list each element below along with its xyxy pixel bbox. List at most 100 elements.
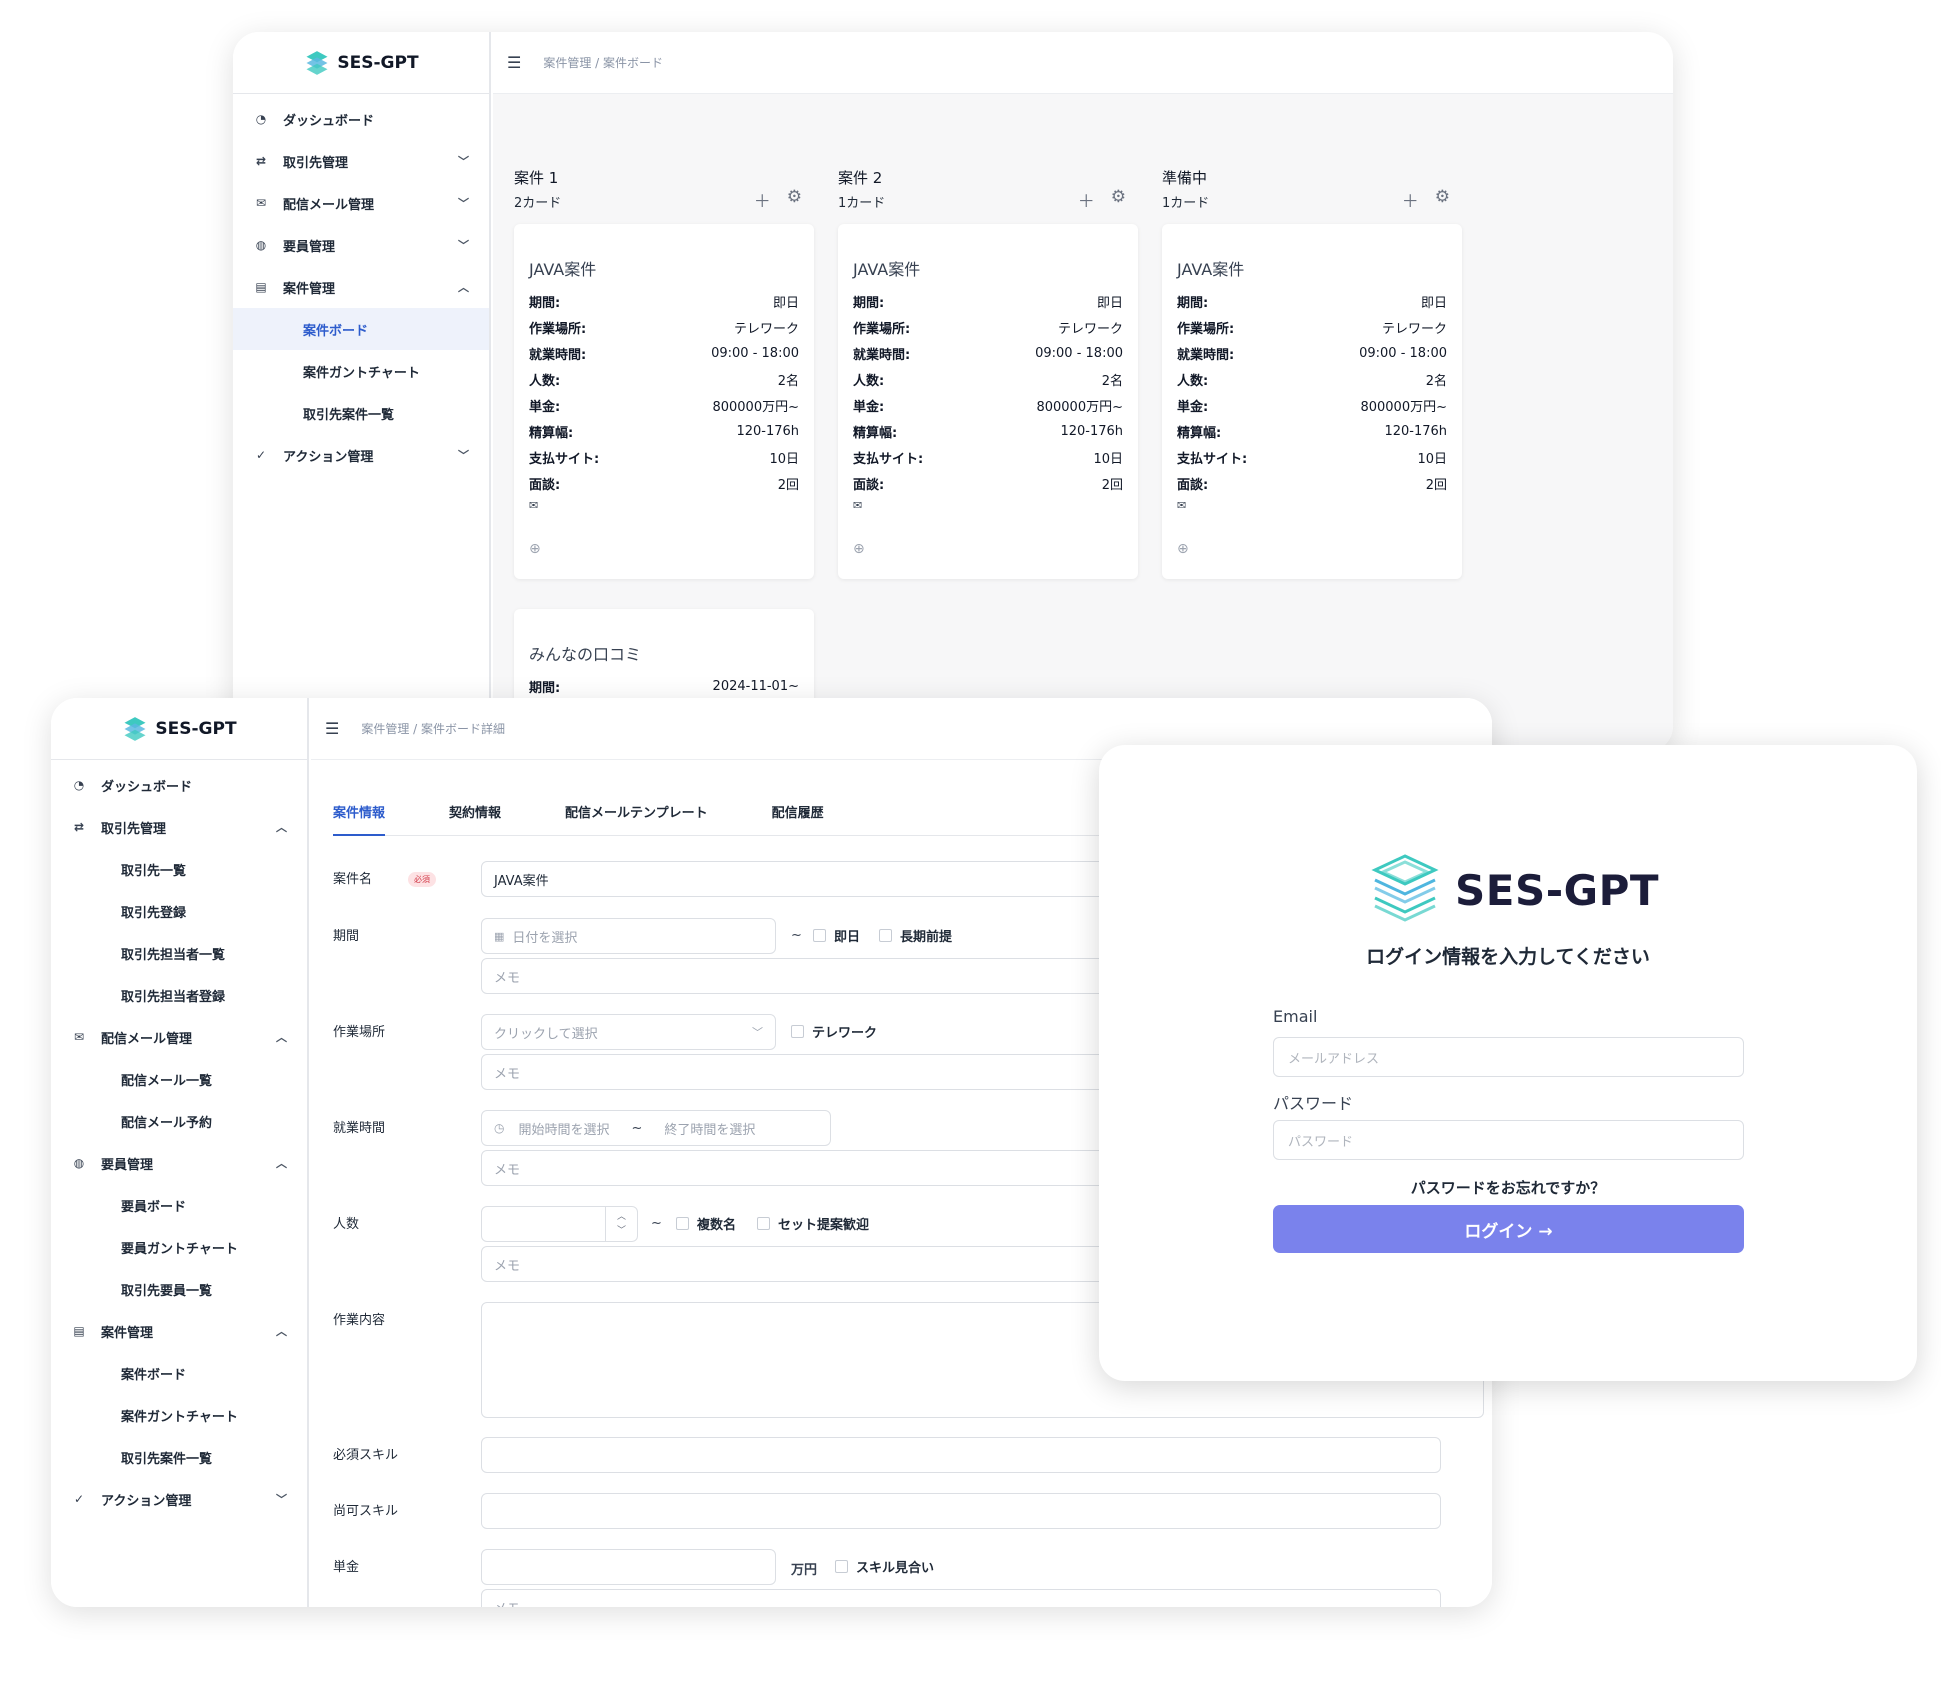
project-card[interactable]: JAVA案件 期間: 即日 作業場所: テレワーク 就業時間: 09:00 - 18:…	[1162, 224, 1462, 579]
nav-actions[interactable]: ✓ アクション管理 ﹀	[51, 1478, 307, 1520]
checkbox-box	[791, 1025, 804, 1038]
brand-logo[interactable]: SES-GPT	[51, 698, 307, 760]
checkbox-label: 即日	[834, 930, 861, 945]
card-row: 単金: 800000万円~	[853, 392, 1123, 418]
immediate-checkbox[interactable]: 即日	[813, 926, 860, 945]
menu-toggle-icon[interactable]: ☰	[507, 53, 521, 72]
location-select[interactable]: クリックして選択 ﹀	[481, 1014, 776, 1050]
nav-staff[interactable]: ◍ 要員管理 ︿	[51, 1142, 307, 1184]
time-range-picker[interactable]: ◷ 開始時間を選択 ~ 終了時間を選択	[481, 1110, 831, 1146]
gear-icon[interactable]: ⚙	[1111, 187, 1126, 212]
row-key: 人数:	[853, 373, 885, 389]
nav-mail-list[interactable]: 配信メール一覧	[51, 1058, 307, 1100]
multiple-checkbox[interactable]: 複数名	[676, 1214, 736, 1233]
nav-staff-gantt[interactable]: 要員ガントチャート	[51, 1226, 307, 1268]
password-label: パスワード	[1273, 1094, 1354, 1113]
required-skill-label: 必須スキル	[333, 1448, 399, 1463]
nav-mail[interactable]: ✉ 配信メール管理 ﹀	[233, 182, 489, 224]
tab-contract-info[interactable]: 契約情報	[449, 798, 501, 836]
nav-client-staff-list[interactable]: 取引先要員一覧	[51, 1268, 307, 1310]
row-value: 10日	[1093, 451, 1123, 467]
nav-project-board[interactable]: 案件ボード	[233, 308, 489, 350]
nav-label: 取引先管理	[101, 821, 167, 837]
headcount-stepper[interactable]: ︿ ﹀	[481, 1206, 638, 1242]
add-circle-icon[interactable]: ⊕	[853, 541, 865, 557]
add-circle-icon[interactable]: ⊕	[1177, 541, 1189, 557]
nav-client-projects[interactable]: 取引先案件一覧	[233, 392, 489, 434]
stepper-arrows-icon[interactable]: ︿ ﹀	[605, 1207, 637, 1241]
optional-skill-input[interactable]	[481, 1493, 1441, 1529]
nav-clients[interactable]: ⇄ 取引先管理 ︿	[51, 806, 307, 848]
nav-projects[interactable]: ▤ 案件管理 ︿	[233, 266, 489, 308]
add-card-icon[interactable]: ＋	[1078, 187, 1095, 212]
nav-mail[interactable]: ✉ 配信メール管理 ︿	[51, 1016, 307, 1058]
nav-projects[interactable]: ▤ 案件管理 ︿	[51, 1310, 307, 1352]
nav-dashboard[interactable]: ◔ ダッシュボード	[233, 98, 489, 140]
row-value: 即日	[1096, 295, 1123, 311]
optional-skill-label: 尚可スキル	[333, 1504, 399, 1519]
mail-icon[interactable]: ✉	[853, 499, 1123, 512]
long-term-checkbox[interactable]: 長期前提	[879, 926, 952, 945]
card-row: 支払サイト: 10日	[529, 444, 799, 470]
nav-client-projects[interactable]: 取引先案件一覧	[51, 1436, 307, 1478]
nav-clients[interactable]: ⇄ 取引先管理 ﹀	[233, 140, 489, 182]
nav-client-contact-list[interactable]: 取引先担当者一覧	[51, 932, 307, 974]
mail-icon: ✉	[255, 196, 267, 210]
row-key: 単金:	[529, 399, 561, 415]
set-proposal-checkbox[interactable]: セット提案歓迎	[757, 1214, 869, 1233]
checkbox-box	[813, 929, 826, 942]
nav-client-register[interactable]: 取引先登録	[51, 890, 307, 932]
date-picker[interactable]: ▦ 日付を選択	[481, 918, 776, 954]
nav-client-list[interactable]: 取引先一覧	[51, 848, 307, 890]
tab-mail-template[interactable]: 配信メールテンプレート	[565, 798, 708, 836]
price-label: 単金	[333, 1560, 360, 1575]
price-memo-input[interactable]: メモ	[481, 1589, 1441, 1607]
nav-project-gantt[interactable]: 案件ガントチャート	[233, 350, 489, 392]
nav-actions[interactable]: ✓ アクション管理 ﹀	[233, 434, 489, 476]
palette-icon: ◍	[255, 238, 267, 252]
nav-project-board[interactable]: 案件ボード	[51, 1352, 307, 1394]
row-value: 2回	[1101, 477, 1123, 493]
price-input[interactable]	[481, 1549, 776, 1585]
nav-staff[interactable]: ◍ 要員管理 ﹀	[233, 224, 489, 266]
mail-icon[interactable]: ✉	[529, 499, 799, 512]
placeholder: 終了時間を選択	[664, 1122, 756, 1138]
nav-client-contact-register[interactable]: 取引先担当者登録	[51, 974, 307, 1016]
price-unit: 万円	[791, 1563, 818, 1578]
password-field[interactable]: パスワード	[1273, 1120, 1744, 1160]
board-column: 案件 1 2カード ＋ ⚙ JAVA案件 期間: 即日 作業場所: テレワーク 就業時…	[514, 167, 814, 579]
tilde: ~	[791, 928, 802, 943]
gear-icon[interactable]: ⚙	[1435, 187, 1450, 212]
mail-icon[interactable]: ✉	[1177, 499, 1447, 512]
nav-project-gantt[interactable]: 案件ガントチャート	[51, 1394, 307, 1436]
card-row: 期間: 即日	[529, 288, 799, 314]
gear-icon[interactable]: ⚙	[787, 187, 802, 212]
project-card[interactable]: JAVA案件 期間: 即日 作業場所: テレワーク 就業時間: 09:00 - 18:…	[514, 224, 814, 579]
add-circle-icon[interactable]: ⊕	[529, 541, 541, 557]
skill-match-checkbox[interactable]: スキル見合い	[835, 1557, 934, 1576]
tilde: ~	[651, 1216, 662, 1231]
nav-label: アクション管理	[283, 449, 374, 465]
tab-project-info[interactable]: 案件情報	[333, 798, 386, 836]
brand-logo[interactable]: SES-GPT	[233, 32, 489, 94]
card-row: 期間: 即日	[1177, 288, 1447, 314]
add-card-icon[interactable]: ＋	[754, 187, 771, 212]
swap-icon: ⇄	[73, 820, 85, 834]
nav-staff-board[interactable]: 要員ボード	[51, 1184, 307, 1226]
required-skill-input[interactable]	[481, 1437, 1441, 1473]
row-key: 期間:	[853, 295, 885, 311]
clock-icon: ◷	[494, 1121, 505, 1135]
email-field[interactable]: メールアドレス	[1273, 1037, 1744, 1077]
nav-mail-schedule[interactable]: 配信メール予約	[51, 1100, 307, 1142]
menu-toggle-icon[interactable]: ☰	[325, 719, 339, 738]
project-card[interactable]: JAVA案件 期間: 即日 作業場所: テレワーク 就業時間: 09:00 - 18:…	[838, 224, 1138, 579]
card-row: 作業場所: テレワーク	[529, 314, 799, 340]
nav-dashboard[interactable]: ◔ ダッシュボード	[51, 764, 307, 806]
checkbox-label: 複数名	[697, 1218, 737, 1233]
placeholder: クリックして選択	[494, 1026, 598, 1042]
telework-checkbox[interactable]: テレワーク	[791, 1022, 877, 1041]
add-card-icon[interactable]: ＋	[1402, 187, 1419, 212]
tab-delivery-history[interactable]: 配信履歴	[772, 798, 824, 836]
login-button[interactable]: ログイン →	[1273, 1205, 1744, 1253]
forgot-password-link[interactable]: パスワードをお忘れですか？	[1099, 1177, 1917, 1198]
